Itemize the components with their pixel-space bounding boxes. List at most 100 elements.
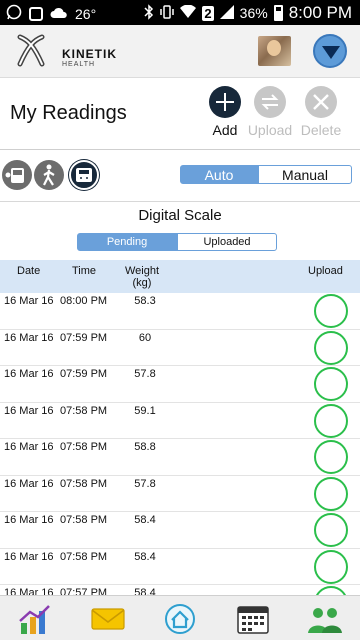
dropdown-menu-button[interactable]: [313, 34, 347, 68]
upload-select-circle[interactable]: [314, 330, 348, 365]
sim-badge: 2: [202, 5, 214, 21]
cell-weight: 59.1: [134, 404, 156, 417]
cell-time: 07:58 PM: [60, 441, 108, 453]
cell-weight: 58.4: [134, 587, 156, 595]
table-header: Date Time Weight (kg) Upload: [0, 260, 360, 293]
upload-select-circle[interactable]: [314, 549, 348, 584]
mail-icon[interactable]: [91, 603, 125, 635]
upload-label: Upload: [247, 122, 293, 138]
add-button[interactable]: Add: [200, 86, 250, 138]
auto-mode-button[interactable]: Auto: [180, 165, 258, 184]
battery-percent: 36%: [239, 5, 268, 21]
cell-date: 16 Mar 16: [4, 295, 54, 307]
manual-mode-button[interactable]: Manual: [258, 165, 352, 184]
status-bar: 26° 2 36% 8:00 PM: [0, 0, 360, 25]
cell-weight: 58.4: [134, 514, 156, 526]
cell-time: 07:58 PM: [60, 550, 108, 563]
home-icon[interactable]: [163, 603, 197, 635]
cell-weight: 57.8: [134, 368, 156, 380]
table-row[interactable]: 16 Mar 16 07:59 PM 60: [0, 330, 360, 366]
signal-icon: [219, 4, 234, 22]
cell-weight: 58.3: [134, 295, 156, 307]
column-weight-unit: (kg): [132, 277, 152, 289]
pedometer-walker-icon[interactable]: [34, 160, 64, 190]
upload-select-circle[interactable]: [314, 586, 348, 595]
upload-swap-icon: [254, 86, 286, 118]
cell-date: 16 Mar 16: [4, 368, 54, 380]
temperature-text: 26°: [75, 5, 97, 22]
calendar-icon[interactable]: [236, 603, 270, 635]
tab-pending[interactable]: Pending: [77, 233, 177, 251]
plus-icon: [209, 86, 241, 118]
upload-select-circle[interactable]: [314, 294, 348, 328]
app-header: KINETIK HEALTH: [0, 25, 360, 78]
battery-icon: [273, 5, 283, 21]
table-row[interactable]: 16 Mar 16 07:57 PM 58.4: [0, 585, 360, 595]
upload-select-circle[interactable]: [314, 367, 348, 401]
column-upload: Upload: [308, 265, 343, 277]
bottom-navigation: [0, 595, 360, 640]
table-row[interactable]: 16 Mar 16 07:58 PM 58.4: [0, 512, 360, 549]
cell-weight: 58.4: [134, 550, 156, 563]
upload-select-circle[interactable]: [314, 440, 348, 474]
kinetik-logo-mark-icon: [17, 34, 45, 67]
column-weight-label: Weight: [124, 265, 160, 277]
tab-uploaded[interactable]: Uploaded: [177, 233, 277, 251]
cell-time: 07:58 PM: [60, 514, 108, 526]
table-row[interactable]: 16 Mar 16 07:58 PM 58.8: [0, 439, 360, 476]
table-row[interactable]: 16 Mar 16 08:00 PM 58.3: [0, 293, 360, 330]
logo-name: KINETIK: [62, 47, 117, 61]
upload-select-circle[interactable]: [314, 403, 348, 438]
weather-cloud-icon: [50, 6, 68, 22]
upload-select-circle[interactable]: [314, 476, 348, 511]
cell-date: 16 Mar 16: [4, 514, 54, 526]
scale-title: Digital Scale: [138, 207, 222, 224]
cell-time: 07:58 PM: [60, 477, 108, 490]
cell-time: 07:59 PM: [60, 331, 108, 344]
close-icon: [305, 86, 337, 118]
cell-date: 16 Mar 16: [4, 477, 54, 490]
cell-date: 16 Mar 16: [4, 441, 54, 453]
cell-time: 07:58 PM: [60, 404, 108, 417]
cell-date: 16 Mar 16: [4, 404, 54, 417]
device-selector-row: Auto Manual: [0, 150, 360, 202]
people-icon[interactable]: [307, 603, 342, 635]
cell-time: 07:57 PM: [60, 587, 108, 595]
delete-label: Delete: [300, 122, 342, 138]
gallery-icon: [29, 6, 43, 21]
digital-scale-icon[interactable]: [69, 160, 99, 190]
user-avatar[interactable]: [258, 36, 291, 66]
clock: 8:00 PM: [288, 3, 352, 22]
page-title: My Readings: [10, 102, 127, 124]
column-date: Date: [17, 265, 41, 277]
table-row[interactable]: 16 Mar 16 07:58 PM 58.4: [0, 549, 360, 585]
cell-weight: 57.8: [134, 477, 156, 490]
status-bar-left: 26°: [6, 4, 96, 23]
readings-table: 16 Mar 16 08:00 PM 58.3 16 Mar 16 07:59 …: [0, 293, 360, 595]
table-row[interactable]: 16 Mar 16 07:59 PM 57.8: [0, 366, 360, 403]
kinetik-logo[interactable]: KINETIK HEALTH: [16, 34, 126, 70]
column-time: Time: [72, 265, 97, 277]
cell-date: 16 Mar 16: [4, 550, 54, 563]
upload-button[interactable]: Upload: [245, 86, 295, 138]
cell-time: 07:59 PM: [60, 368, 108, 380]
add-label: Add: [212, 122, 238, 138]
cell-date: 16 Mar 16: [4, 331, 54, 344]
table-row[interactable]: 16 Mar 16 07:58 PM 59.1: [0, 403, 360, 439]
cell-weight: 58.8: [134, 441, 156, 453]
cell-weight: 60: [138, 331, 152, 344]
column-weight: Weight (kg): [121, 265, 163, 289]
vibrate-icon: [160, 4, 175, 23]
table-row[interactable]: 16 Mar 16 07:58 PM 57.8: [0, 476, 360, 512]
wifi-icon: [180, 4, 197, 22]
status-tabs: Pending Uploaded: [77, 233, 277, 251]
mode-toggle: Auto Manual: [180, 165, 352, 184]
delete-button[interactable]: Delete: [296, 86, 346, 138]
cell-date: 16 Mar 16: [4, 587, 54, 595]
blood-pressure-monitor-icon[interactable]: [2, 160, 32, 190]
whatsapp-icon: [6, 4, 22, 23]
cell-time: 08:00 PM: [60, 295, 108, 307]
logo-subtitle: HEALTH: [62, 61, 96, 68]
stats-chart-icon[interactable]: [18, 603, 52, 635]
upload-select-circle[interactable]: [314, 513, 348, 547]
